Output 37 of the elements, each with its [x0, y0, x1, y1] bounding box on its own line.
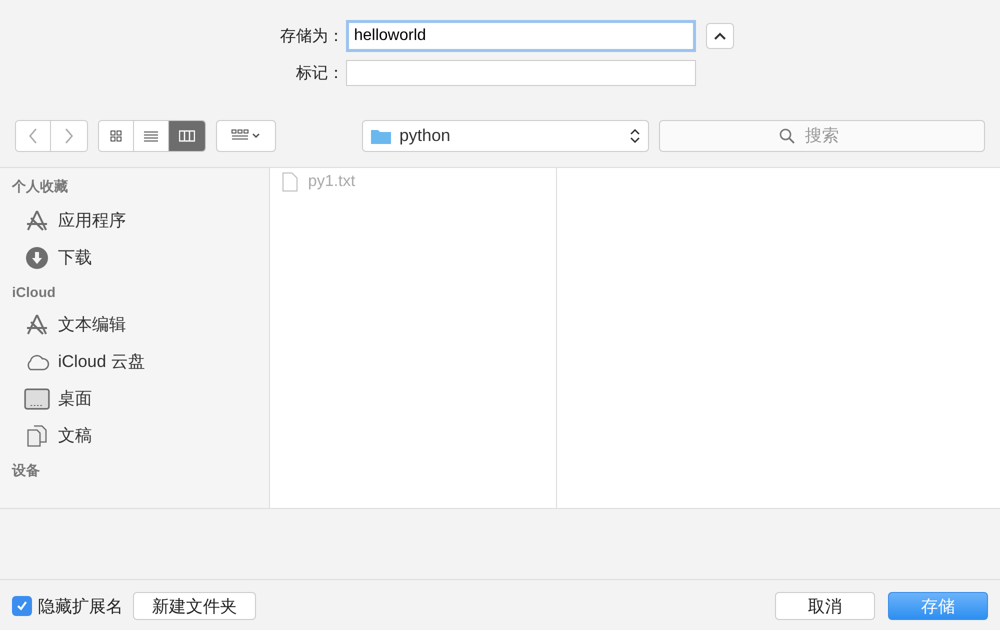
sidebar-item[interactable]: iCloud 云盘 — [58, 350, 145, 373]
group-menu-button[interactable] — [216, 120, 276, 152]
icons-view-icon — [108, 128, 124, 144]
app-store-icon — [24, 312, 50, 336]
search-field[interactable]: 搜索 — [659, 120, 985, 152]
collapse-button[interactable] — [706, 23, 734, 49]
text-file-icon — [282, 172, 298, 192]
checkmark-icon — [16, 600, 28, 612]
tags-label: 标记： — [296, 64, 344, 84]
folder-icon — [371, 128, 392, 144]
tags-field[interactable] — [346, 60, 696, 86]
download-icon — [24, 246, 50, 270]
location-popup[interactable]: python — [362, 120, 649, 152]
save-as-label: 存储为： — [280, 26, 344, 46]
sidebar-section-title: 个人收藏 — [12, 178, 69, 196]
columns-view-icon — [178, 128, 195, 144]
sidebar-item[interactable]: 文本编辑 — [58, 313, 126, 336]
search-icon — [779, 128, 795, 144]
chevron-up-icon — [714, 32, 726, 40]
sidebar-section-title: 设备 — [12, 462, 41, 480]
sidebar-item[interactable]: 文稿 — [58, 424, 92, 447]
view-mode-button[interactable] — [169, 121, 204, 151]
sidebar-section-title: iCloud — [12, 284, 57, 300]
sidebar-item[interactable]: 下载 — [58, 246, 92, 269]
sidebar-item[interactable]: 桌面 — [58, 387, 92, 410]
sidebar-item[interactable]: 应用程序 — [58, 209, 126, 232]
checkbox[interactable] — [12, 596, 32, 616]
file-name-field[interactable]: helloworld — [346, 20, 696, 52]
new-folder-button[interactable]: 新建文件夹 — [133, 592, 256, 620]
up-down-arrows-icon — [630, 128, 640, 144]
app-store-icon — [24, 208, 50, 232]
view-mode-button[interactable] — [98, 121, 134, 151]
checkbox-label: 隐藏扩展名 — [38, 596, 123, 618]
dialog-button[interactable]: 取消 — [775, 592, 875, 620]
chevron-right-icon — [64, 128, 74, 144]
desktop-icon — [24, 386, 50, 410]
chevron-left-icon — [28, 128, 38, 144]
